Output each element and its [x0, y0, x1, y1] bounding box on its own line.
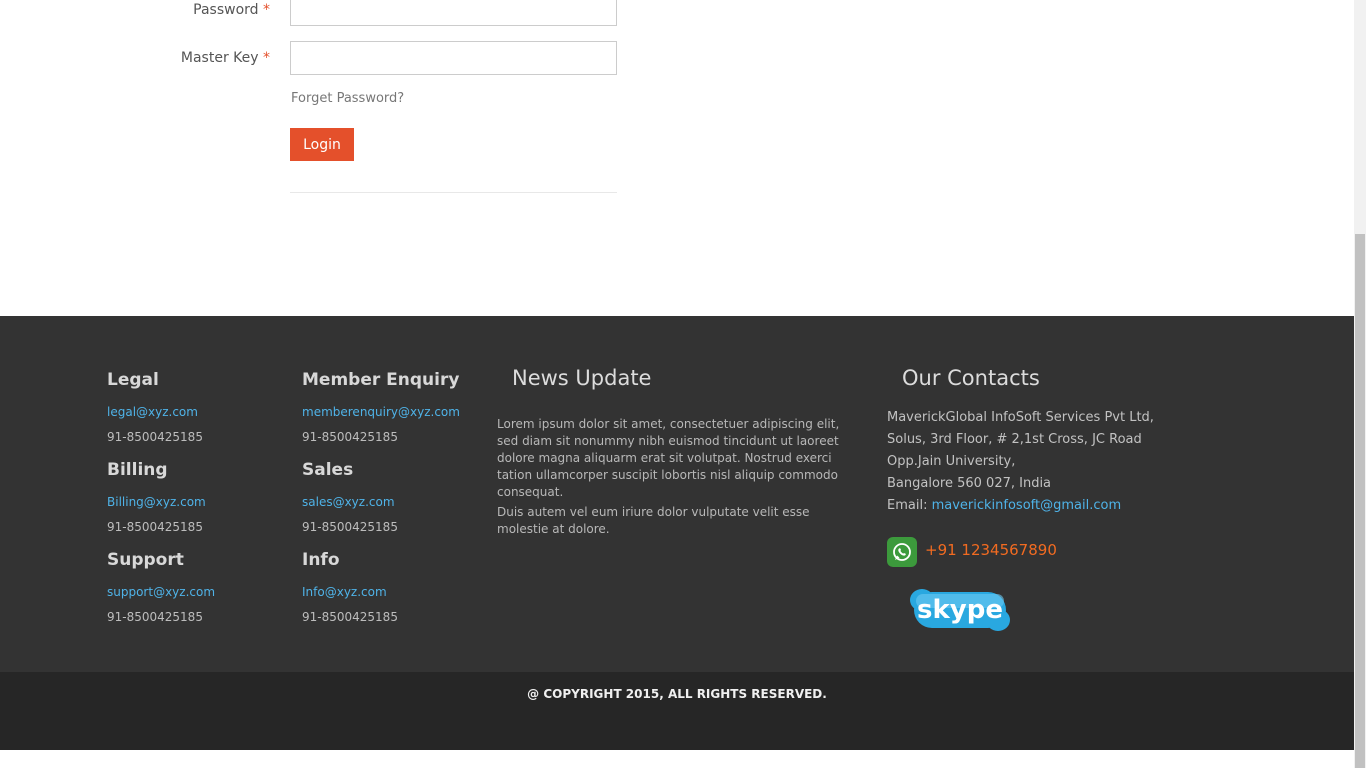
password-input[interactable]: [290, 0, 617, 26]
footer: Legal legal@xyz.com 91-8500425185 Billin…: [0, 316, 1354, 672]
whatsapp-phone: +91 1234567890: [925, 541, 1057, 559]
whatsapp-icon: [887, 537, 917, 567]
skype-text: skype: [917, 595, 1003, 625]
billing-title: Billing: [107, 460, 168, 480]
contact-email-link[interactable]: maverickinfosoft@gmail.com: [932, 498, 1122, 513]
address-line: MaverickGlobal InfoSoft Services Pvt Ltd…: [887, 410, 1154, 425]
member-enquiry-phone: 91-8500425185: [302, 430, 398, 444]
contact-email-row: Email: maverickinfosoft@gmail.com: [887, 498, 1121, 513]
scrollbar-thumb[interactable]: [1355, 234, 1365, 768]
our-contacts-title: Our Contacts: [902, 366, 1040, 390]
required-mark: *: [263, 2, 270, 18]
legal-email-link[interactable]: legal@xyz.com: [107, 405, 198, 419]
form-divider: [290, 192, 617, 193]
info-email-link[interactable]: Info@xyz.com: [302, 585, 387, 599]
news-update-title: News Update: [512, 366, 652, 390]
sales-phone: 91-8500425185: [302, 520, 398, 534]
legal-title: Legal: [107, 370, 159, 390]
info-phone: 91-8500425185: [302, 610, 398, 624]
master-key-input[interactable]: [290, 41, 617, 75]
news-paragraph: Duis autem vel eum iriure dolor vulputat…: [497, 505, 810, 536]
address-line: Bangalore 560 027, India: [887, 476, 1052, 491]
member-enquiry-email-link[interactable]: memberenquiry@xyz.com: [302, 405, 460, 419]
copyright-text: @ COPYRIGHT 2015, ALL RIGHTS RESERVED.: [527, 687, 827, 701]
sales-title: Sales: [302, 460, 354, 480]
address-line: Opp.Jain University,: [887, 454, 1016, 469]
support-phone: 91-8500425185: [107, 610, 203, 624]
address-line: Solus, 3rd Floor, # 2,1st Cross, JC Road: [887, 432, 1142, 447]
vertical-scrollbar[interactable]: [1354, 0, 1366, 768]
forget-password-link[interactable]: Forget Password?: [291, 91, 404, 106]
support-title: Support: [107, 550, 184, 570]
sales-email-link[interactable]: sales@xyz.com: [302, 495, 395, 509]
support-email-link[interactable]: support@xyz.com: [107, 585, 215, 599]
whatsapp-glyph-icon: [893, 543, 911, 561]
news-paragraph: Lorem ipsum dolor sit amet, consectetuer…: [497, 417, 840, 499]
page: Password * Master Key * Forget Password?…: [0, 0, 1366, 768]
login-button[interactable]: Login: [290, 128, 354, 161]
billing-phone: 91-8500425185: [107, 520, 203, 534]
member-enquiry-title: Member Enquiry: [302, 370, 460, 390]
bottom-spacer: [0, 750, 1354, 768]
info-title: Info: [302, 550, 340, 570]
skype-logo[interactable]: skype: [908, 586, 1012, 638]
legal-phone: 91-8500425185: [107, 430, 203, 444]
billing-email-link[interactable]: Billing@xyz.com: [107, 495, 206, 509]
copyright-bar: @ COPYRIGHT 2015, ALL RIGHTS RESERVED.: [0, 672, 1354, 750]
email-label: Email:: [887, 498, 928, 513]
master-key-label: Master Key *: [180, 50, 270, 66]
required-mark: *: [263, 50, 270, 66]
password-label: Password *: [193, 2, 270, 18]
